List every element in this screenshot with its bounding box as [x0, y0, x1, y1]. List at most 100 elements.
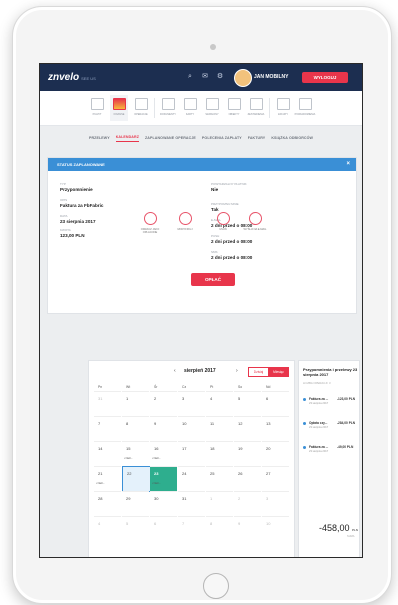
calendar-day[interactable]: 31: [94, 391, 121, 416]
module-operacje[interactable]: OPERACJE: [132, 95, 150, 121]
module-dokumenty[interactable]: DOKUMENTY: [159, 95, 177, 121]
avatar[interactable]: [234, 69, 252, 87]
day-number: 31: [182, 496, 187, 501]
calendar-day[interactable]: 5: [122, 516, 149, 541]
next-month-button[interactable]: ›: [236, 368, 238, 374]
calendar-day[interactable]: 23 • Nazi...: [150, 466, 177, 491]
tab-1[interactable]: KALENDARZ: [115, 135, 139, 142]
action-label: MODYFIKUJ: [177, 228, 193, 231]
file-icon: [298, 98, 312, 110]
calendar-day[interactable]: 15 • Nazi...: [122, 441, 149, 466]
module-finanse[interactable]: FINANSE: [110, 95, 128, 121]
calendar-day[interactable]: 3: [262, 491, 289, 516]
tab-4[interactable]: FAKTURY: [248, 136, 266, 140]
calendar-event[interactable]: • Nazi...: [124, 457, 133, 460]
field-value: 2 dni przed o 08:00: [211, 255, 253, 260]
prev-month-button[interactable]: ‹: [174, 368, 176, 374]
user-name[interactable]: JAN MOBILNY: [254, 74, 288, 80]
tab-3[interactable]: POLECENIA ZAPŁATY: [202, 136, 242, 140]
calendar-day[interactable]: 1: [206, 491, 233, 516]
calendar-day[interactable]: 22: [122, 466, 151, 492]
calendar-day[interactable]: 19: [234, 441, 261, 466]
calendar-day[interactable]: 13: [262, 416, 289, 441]
calendar-day[interactable]: 31: [178, 491, 205, 516]
list-icon: [134, 98, 148, 110]
day-number: 3: [266, 496, 269, 501]
calendar-day[interactable]: 8: [206, 516, 233, 541]
module-zestawienia[interactable]: ZESTAWIENIA: [247, 95, 265, 121]
calendar-day[interactable]: 10: [178, 416, 205, 441]
calendar-day[interactable]: 11: [206, 416, 233, 441]
check-icon: [143, 212, 157, 225]
day-number: 3: [182, 396, 185, 401]
calendar-day[interactable]: 24: [178, 466, 205, 491]
module-label: ZESTAWIENIA: [247, 113, 265, 116]
action-0[interactable]: ODRACZ JAKO OPŁACONE: [135, 212, 165, 235]
status-dot: [303, 398, 306, 401]
calendar-day[interactable]: 2: [150, 391, 177, 416]
calendar-day[interactable]: 3: [178, 391, 205, 416]
home-button[interactable]: [203, 573, 229, 599]
gear-icon[interactable]: ⚙: [216, 73, 224, 81]
calendar-day[interactable]: 8: [122, 416, 149, 441]
search-icon[interactable]: ⌕: [186, 73, 194, 81]
calendar-day[interactable]: 6: [262, 391, 289, 416]
action-2[interactable]: USUŃ: [208, 212, 238, 231]
calendar-day[interactable]: 10: [262, 516, 289, 541]
calendar-day[interactable]: 9: [150, 416, 177, 441]
calendar-day[interactable]: 21 • Nazi...: [94, 466, 121, 491]
pie-chart-icon: [112, 98, 126, 110]
tab-0[interactable]: PRZELEWY: [89, 136, 110, 140]
tab-5[interactable]: KSIĄŻKA ODBIORCÓW: [271, 136, 313, 140]
calendar-day[interactable]: 29: [122, 491, 149, 516]
calendar-day[interactable]: 4: [94, 516, 121, 541]
close-icon[interactable]: ×: [346, 158, 350, 171]
logout-button[interactable]: WYLOGUJ: [302, 72, 348, 83]
calendar-day[interactable]: 27: [262, 466, 289, 491]
calendar-day[interactable]: 16 • Nazi...: [150, 441, 177, 466]
calendar-event[interactable]: • Nazi...: [96, 482, 105, 485]
calendar-day[interactable]: 25: [206, 466, 233, 491]
calendar-day[interactable]: 26: [234, 466, 261, 491]
calendar-day[interactable]: 1: [122, 391, 149, 416]
calendar-day[interactable]: 7: [178, 516, 205, 541]
calendar-day[interactable]: 30: [150, 491, 177, 516]
weekday-label: Wt: [126, 385, 131, 389]
module-pulpit[interactable]: PULPIT: [88, 95, 106, 121]
calendar-day[interactable]: 9: [234, 516, 261, 541]
calendar-day[interactable]: 14: [94, 441, 121, 466]
app-logo[interactable]: znvelo SEE US: [48, 72, 96, 83]
calendar-day[interactable]: 20: [262, 441, 289, 466]
calendar-day[interactable]: 18: [206, 441, 233, 466]
calendar-day[interactable]: 4: [206, 391, 233, 416]
calendar-day[interactable]: 17: [178, 441, 205, 466]
calendar-day[interactable]: 7: [94, 416, 121, 441]
calendar-event[interactable]: • Nazi...: [152, 482, 161, 485]
calendar-day[interactable]: 6: [150, 516, 177, 541]
calendar-event[interactable]: • Nazi...: [152, 457, 161, 460]
day-number: 8: [210, 521, 213, 526]
module-zakupy[interactable]: ZAKUPY: [274, 95, 292, 121]
module-szablony[interactable]: SZABLONY: [203, 95, 221, 121]
calendar-day[interactable]: 12: [234, 416, 261, 441]
tab-2[interactable]: ZAPLANOWANE OPERACJE: [145, 136, 196, 140]
day-number: 19: [238, 446, 243, 451]
day-number: 9: [238, 521, 241, 526]
action-3[interactable]: WYŚLIJ NA E-MAIL: [240, 212, 270, 231]
mail-icon[interactable]: ✉: [201, 73, 209, 81]
pay-button[interactable]: OPŁAĆ: [191, 273, 235, 286]
calendar-day[interactable]: 2: [234, 491, 261, 516]
today-button[interactable]: Dzisiaj: [248, 367, 269, 377]
module-powiadomienia[interactable]: POWIADOMIENIA: [295, 95, 315, 121]
weekday-label: Śr: [154, 385, 158, 389]
calendar-day[interactable]: 5: [234, 391, 261, 416]
item-date: 23 sierpnia 2017: [309, 402, 329, 405]
calendar-day[interactable]: 28: [94, 491, 121, 516]
month-view-button[interactable]: Miesiąc: [268, 367, 289, 377]
day-number: 24: [182, 471, 187, 476]
field-label: POWTARZALNY PŁATNIK: [211, 182, 247, 186]
action-1[interactable]: MODYFIKUJ: [170, 212, 200, 231]
day-number: 29: [126, 496, 131, 501]
module-obiekty[interactable]: OBIEKTY: [225, 95, 243, 121]
module-karty[interactable]: KARTY: [181, 95, 199, 121]
